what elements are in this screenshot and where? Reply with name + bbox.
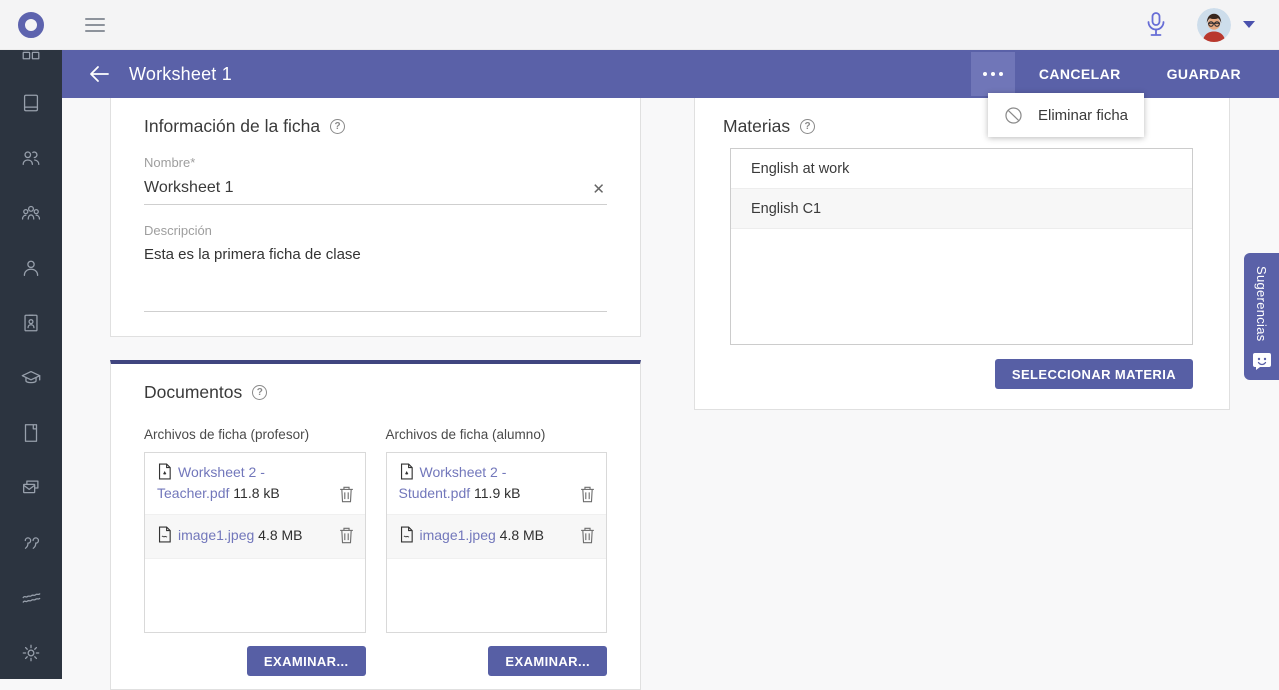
help-icon[interactable] — [800, 119, 815, 134]
clear-name-icon[interactable] — [592, 180, 605, 198]
sidebar-item-groups-icon[interactable] — [20, 202, 42, 224]
sidebar-item-notebook-icon[interactable] — [20, 92, 42, 114]
file-size: 4.8 MB — [500, 527, 544, 543]
pdf-file-icon — [399, 463, 414, 480]
documents-card-title: Documentos — [144, 382, 242, 403]
file-link[interactable]: image1.jpeg — [420, 527, 496, 543]
delete-file-icon[interactable] — [338, 485, 355, 504]
subjects-card-title: Materias — [723, 116, 790, 137]
worksheet-info-card: Información de la ficha Nombre* Descripc… — [110, 98, 641, 337]
delete-file-icon[interactable] — [579, 485, 596, 504]
menu-item-delete-worksheet[interactable]: Eliminar ficha — [1038, 107, 1128, 124]
sidebar-item-quotes-icon[interactable] — [20, 532, 42, 554]
name-field-label: Nombre* — [144, 155, 607, 170]
help-icon[interactable] — [330, 119, 345, 134]
back-arrow-icon[interactable] — [86, 62, 112, 86]
microphone-icon[interactable] — [1143, 10, 1169, 40]
delete-file-icon[interactable] — [579, 526, 596, 545]
image-file-icon — [157, 526, 172, 543]
subject-list-item[interactable]: English C1 — [731, 189, 1192, 229]
delete-file-icon[interactable] — [338, 526, 355, 545]
app-logo-icon[interactable] — [17, 11, 45, 39]
ban-icon — [1003, 105, 1024, 126]
subjects-list: English at work English C1 — [730, 148, 1193, 345]
sidebar-nav — [0, 50, 62, 679]
teacher-files-list: Worksheet 2 - Teacher.pdf 11.8 kB image1… — [144, 452, 366, 633]
more-options-button[interactable] — [971, 52, 1015, 96]
image-file-icon — [399, 526, 414, 543]
teacher-files-column: Archivos de ficha (profesor) Worksheet 2… — [144, 427, 366, 676]
student-files-list: Worksheet 2 - Student.pdf 11.9 kB image1… — [386, 452, 608, 633]
file-link[interactable]: image1.jpeg — [178, 527, 254, 543]
file-row: Worksheet 2 - Teacher.pdf 11.8 kB — [145, 453, 365, 515]
file-size: 11.8 kB — [233, 485, 279, 501]
select-subject-button[interactable]: SELECCIONAR MATERIA — [995, 359, 1193, 389]
file-size: 11.9 kB — [474, 485, 520, 501]
pdf-file-icon — [157, 463, 172, 480]
name-input[interactable] — [144, 174, 574, 204]
browse-teacher-files-button[interactable]: EXAMINAR... — [247, 646, 366, 676]
description-field-label: Descripción — [144, 223, 607, 238]
sidebar-item-settings-icon[interactable] — [20, 642, 42, 664]
sidebar-item-planner-icon[interactable] — [20, 422, 42, 444]
student-files-column: Archivos de ficha (alumno) Worksheet 2 -… — [386, 427, 608, 676]
page-header: Worksheet 1 CANCELAR GUARDAR — [62, 50, 1279, 98]
menu-hamburger-icon[interactable] — [85, 18, 105, 32]
file-row: image1.jpeg 4.8 MB — [145, 515, 365, 559]
save-button[interactable]: GUARDAR — [1167, 66, 1241, 82]
sidebar-item-dashboard-icon[interactable] — [20, 50, 42, 62]
sidebar-item-communications-icon[interactable] — [20, 477, 42, 499]
description-input[interactable]: Esta es la primera ficha de clase — [144, 246, 607, 312]
subject-list-item[interactable]: English at work — [731, 149, 1192, 189]
page-title: Worksheet 1 — [129, 64, 232, 85]
sidebar-item-education-icon[interactable] — [20, 367, 42, 389]
documents-card: Documentos Archivos de ficha (profesor) … — [110, 360, 641, 690]
student-files-label: Archivos de ficha (alumno) — [386, 427, 608, 442]
user-avatar[interactable] — [1197, 8, 1231, 42]
sidebar-item-students-icon[interactable] — [20, 147, 42, 169]
chevron-down-icon[interactable] — [1243, 21, 1255, 28]
file-row: image1.jpeg 4.8 MB — [387, 515, 607, 559]
context-menu: Eliminar ficha — [988, 93, 1144, 137]
feedback-smiley-icon — [1252, 351, 1272, 371]
sidebar-item-analytics-icon[interactable] — [20, 587, 42, 609]
suggestions-tab[interactable]: Sugerencias — [1244, 253, 1279, 380]
sidebar-item-profile-icon[interactable] — [20, 257, 42, 279]
subjects-card: Materias English at work English C1 SELE… — [694, 98, 1230, 410]
help-icon[interactable] — [252, 385, 267, 400]
suggestions-tab-label: Sugerencias — [1254, 266, 1269, 342]
teacher-files-label: Archivos de ficha (profesor) — [144, 427, 366, 442]
browse-student-files-button[interactable]: EXAMINAR... — [488, 646, 607, 676]
info-card-title: Información de la ficha — [144, 116, 320, 137]
sidebar-item-id-card-icon[interactable] — [20, 312, 42, 334]
cancel-button[interactable]: CANCELAR — [1039, 66, 1121, 82]
top-bar — [0, 0, 1279, 50]
file-size: 4.8 MB — [258, 527, 302, 543]
file-row: Worksheet 2 - Student.pdf 11.9 kB — [387, 453, 607, 515]
